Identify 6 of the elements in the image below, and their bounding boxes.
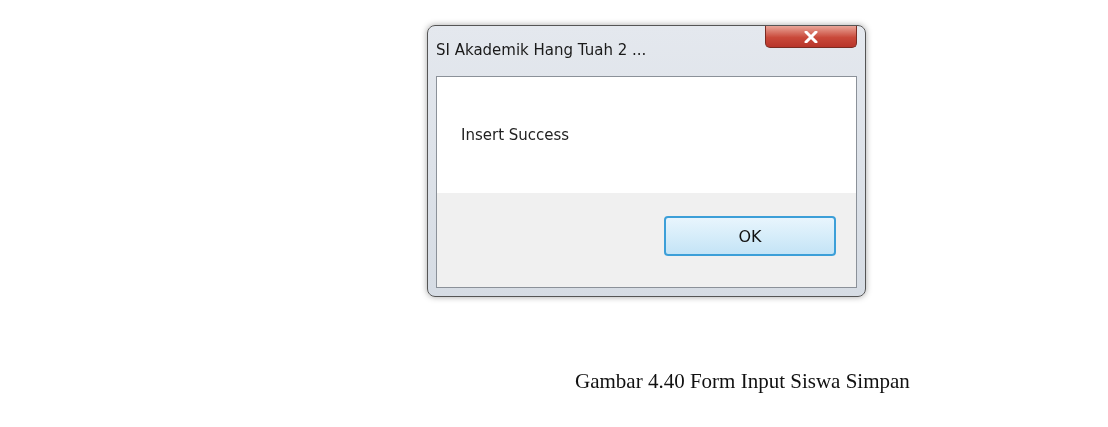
close-icon	[804, 30, 818, 43]
message-text: Insert Success	[461, 126, 570, 144]
ok-button[interactable]: OK	[664, 216, 836, 256]
window-title: SI Akademik Hang Tuah 2 ...	[436, 41, 647, 59]
figure-caption: Gambar 4.40 Form Input Siswa Simpan	[575, 369, 910, 394]
close-button[interactable]	[765, 26, 857, 48]
